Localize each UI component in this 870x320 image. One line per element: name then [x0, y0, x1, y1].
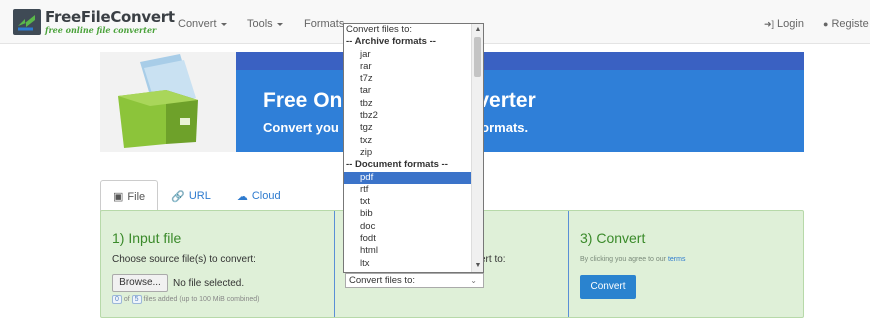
chevron-down-icon: ⌄ — [470, 276, 477, 285]
browse-button[interactable]: Browse... — [112, 274, 168, 292]
terms-note: By clicking you agree to our terms — [580, 256, 685, 263]
file-count-note: 0 of 5 files added (up to 100 MiB combin… — [112, 295, 259, 304]
caret-down-icon — [220, 22, 227, 26]
dropdown-group-label: -- Document formats -- — [346, 159, 448, 171]
input-file-heading: 1) Input file — [112, 230, 182, 246]
dropdown-option[interactable]: ltx — [344, 258, 472, 270]
convert-column: 3) Convert By clicking you agree to our … — [568, 211, 805, 317]
dropdown-option[interactable]: tgz — [344, 122, 472, 134]
login-label: Login — [777, 18, 804, 30]
nav-formats-menu[interactable]: Formats — [304, 18, 344, 30]
banner-illustration-area — [100, 52, 236, 152]
brand-name: FreeFileConvert — [45, 8, 175, 26]
nav-convert-menu[interactable]: Convert — [178, 18, 227, 30]
dropdown-option[interactable]: txt — [344, 196, 472, 208]
dropdown-option[interactable]: rar — [344, 61, 472, 73]
dropdown-options: Convert files to: -- Archive formats -- ja… — [344, 24, 472, 270]
register-link[interactable]: ● Registe — [823, 18, 869, 30]
tab-url-label: URL — [188, 190, 211, 202]
dropdown-option[interactable]: doc — [344, 221, 472, 233]
nav-convert-label: Convert — [178, 18, 217, 30]
cloud-icon: ☁ — [236, 190, 248, 203]
file-count-of: of — [123, 296, 130, 303]
brand-logo-link[interactable]: FreeFileConvert free online file convert… — [13, 9, 175, 35]
banner-sub-right: formats. — [476, 120, 529, 135]
dropdown-option[interactable]: rtf — [344, 184, 472, 196]
user-icon: ● — [823, 19, 829, 29]
dropdown-scrollbar[interactable]: ▲ ▼ — [471, 24, 483, 272]
dropdown-option[interactable]: bib — [344, 208, 472, 220]
terms-link[interactable]: terms — [668, 256, 686, 263]
nav-formats-label: Formats — [304, 18, 345, 30]
logo-icon — [13, 9, 41, 35]
dropdown-option[interactable]: jar — [344, 49, 472, 61]
scroll-down-icon[interactable]: ▼ — [472, 260, 483, 272]
monitor-icon: ▣ — [113, 191, 124, 203]
login-icon: ➜] — [764, 19, 775, 29]
tab-file-label: File — [127, 190, 146, 203]
dropdown-option[interactable]: zip — [344, 147, 472, 159]
scrollbar-thumb[interactable] — [474, 37, 481, 77]
file-count-suffix: files added (up to 100 MiB combined) — [143, 296, 260, 303]
tab-url[interactable]: 🔗 URL — [158, 180, 224, 211]
no-file-text: No file selected. — [173, 278, 245, 289]
banner-stripe — [236, 52, 804, 70]
scroll-up-icon[interactable]: ▲ — [472, 24, 483, 36]
dropdown-placeholder-option[interactable]: Convert files to: — [344, 24, 472, 36]
convert-button[interactable]: Convert — [580, 275, 636, 299]
file-count-badge: 0 — [112, 295, 122, 304]
dropdown-group-label: -- Archive formats -- — [346, 36, 436, 48]
file-box-illustration — [118, 54, 198, 148]
output-format-select-value: Convert files to: — [349, 275, 415, 286]
dropdown-option[interactable]: t7z — [344, 73, 472, 85]
source-tabs: ▣ File 🔗 URL ☁ Cloud — [100, 180, 294, 212]
output-format-select[interactable]: Convert files to: ⌄ — [345, 273, 484, 288]
nav-tools-menu[interactable]: Tools — [247, 18, 283, 30]
nav-tools-label: Tools — [247, 18, 273, 30]
link-icon: 🔗 — [171, 190, 185, 203]
dropdown-option[interactable]: tbz2 — [344, 110, 472, 122]
output-format-dropdown-list[interactable]: Convert files to: -- Archive formats -- ja… — [343, 23, 484, 273]
tab-cloud[interactable]: ☁ Cloud — [224, 180, 294, 211]
dropdown-option[interactable]: html — [344, 245, 472, 257]
banner-sub-left: Convert you — [263, 120, 339, 135]
page: FreeFileConvert free online file convert… — [0, 0, 870, 320]
dropdown-option[interactable]: txz — [344, 135, 472, 147]
dropdown-option[interactable]: tbz — [344, 98, 472, 110]
dropdown-option[interactable]: pdf — [344, 171, 472, 184]
convert-heading: 3) Convert — [580, 230, 646, 246]
banner-title-right: verter — [477, 89, 536, 112]
file-max-badge: 5 — [131, 295, 142, 304]
tab-file[interactable]: ▣ File — [100, 180, 159, 212]
input-file-column: 1) Input file Choose source file(s) to c… — [101, 211, 334, 317]
tab-cloud-label: Cloud — [251, 190, 281, 202]
dropdown-option[interactable]: tar — [344, 85, 472, 97]
dropdown-option[interactable]: fodt — [344, 233, 472, 245]
login-link[interactable]: ➜] Login — [764, 18, 804, 30]
source-file-label: Choose source file(s) to convert: — [112, 254, 256, 265]
caret-down-icon — [276, 22, 283, 26]
register-label: Registe — [831, 18, 869, 30]
banner-title-left: Free On — [263, 89, 343, 112]
brand-tagline: free online file converter — [45, 25, 157, 35]
terms-prefix: By clicking you agree to our — [580, 256, 668, 263]
